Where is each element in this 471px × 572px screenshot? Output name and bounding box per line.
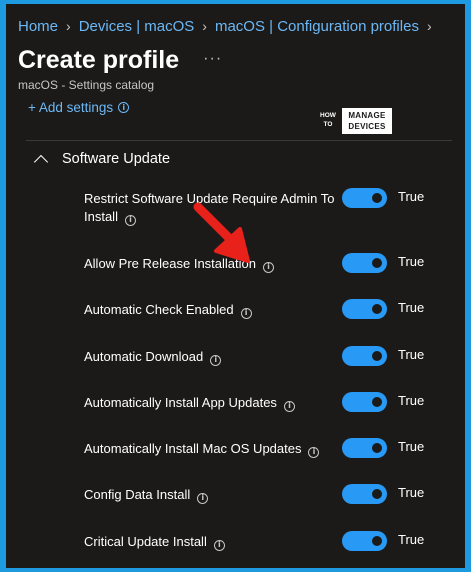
setting-toggle[interactable] [342, 392, 387, 412]
add-settings-link[interactable]: + Add settings i [28, 100, 130, 115]
toggle-knob [372, 193, 382, 203]
toggle-value: True [398, 393, 425, 408]
more-options-icon[interactable]: ··· [203, 50, 222, 68]
toggle-value: True [398, 532, 425, 547]
setting-toggle[interactable] [342, 484, 387, 504]
configuration-panel: Home › Devices | macOS › macOS | Configu… [6, 4, 465, 568]
toggle-knob [372, 536, 382, 546]
info-icon[interactable]: i [213, 539, 225, 551]
chevron-up-icon[interactable] [33, 154, 49, 169]
setting-toggle[interactable] [342, 253, 387, 273]
add-settings-label[interactable]: + Add settings [28, 100, 113, 115]
breadcrumb: Home › Devices | macOS › macOS | Configu… [18, 16, 440, 36]
info-icon[interactable]: i [210, 354, 222, 366]
info-icon[interactable]: i [118, 102, 130, 113]
setting-name: Critical Update Install [84, 534, 207, 549]
title-row: Create profile ··· [18, 46, 222, 75]
setting-toggle[interactable] [342, 438, 387, 458]
setting-label: Automatically Install App Updates i [84, 394, 346, 412]
toggle-value: True [398, 254, 425, 269]
info-icon[interactable]: i [124, 214, 136, 226]
divider [26, 140, 452, 141]
toggle-value: True [398, 347, 425, 362]
breadcrumb-home[interactable]: Home [18, 18, 58, 35]
chevron-right-icon: › [202, 18, 207, 34]
toggle-knob [372, 443, 382, 453]
setting-label: Automatic Download i [84, 348, 346, 366]
toggle-knob [372, 351, 382, 361]
toggle-value: True [398, 485, 425, 500]
setting-toggle[interactable] [342, 346, 387, 366]
breadcrumb-configuration-profiles[interactable]: macOS | Configuration profiles [215, 18, 419, 35]
setting-toggle[interactable] [342, 531, 387, 551]
toggle-value: True [398, 189, 425, 204]
setting-name: Automatic Check Enabled [84, 302, 234, 317]
how-to-manage-devices-logo: HOW TO MANAGE DEVICES [314, 108, 392, 134]
setting-label: Config Data Install i [84, 486, 346, 504]
red-arrow-annotation [193, 202, 250, 263]
toggle-knob [372, 397, 382, 407]
setting-name: Automatically Install App Updates [84, 395, 277, 410]
toggle-value: True [398, 300, 425, 315]
setting-name: Automatically Install Mac OS Updates [84, 441, 302, 456]
setting-name: Config Data Install [84, 487, 191, 502]
toggle-knob [372, 489, 382, 499]
page-subtitle: macOS - Settings catalog [18, 78, 155, 92]
setting-label: Automatically Install Mac OS Updates i [84, 440, 346, 458]
section-title: Software Update [62, 151, 171, 167]
page-title: Create profile [18, 46, 180, 74]
breadcrumb-devices-macos[interactable]: Devices | macOS [79, 18, 195, 35]
setting-toggle[interactable] [342, 188, 387, 208]
toggle-knob [372, 258, 382, 268]
info-icon[interactable]: i [308, 446, 320, 458]
section-header-software-update[interactable]: Software Update [33, 151, 171, 169]
info-icon[interactable]: i [283, 400, 295, 412]
logo-left: HOW TO [314, 108, 342, 134]
chevron-right-icon: › [66, 18, 71, 34]
logo-right: MANAGE DEVICES [342, 108, 392, 134]
setting-name: Automatic Download [84, 349, 204, 364]
toggle-knob [372, 304, 382, 314]
info-icon[interactable]: i [240, 307, 252, 319]
info-icon[interactable]: i [197, 492, 209, 504]
setting-label: Automatic Check Enabled i [84, 301, 346, 319]
setting-label: Critical Update Install i [84, 533, 346, 551]
toggle-value: True [398, 439, 425, 454]
setting-toggle[interactable] [342, 299, 387, 319]
chevron-right-icon: › [426, 18, 432, 34]
